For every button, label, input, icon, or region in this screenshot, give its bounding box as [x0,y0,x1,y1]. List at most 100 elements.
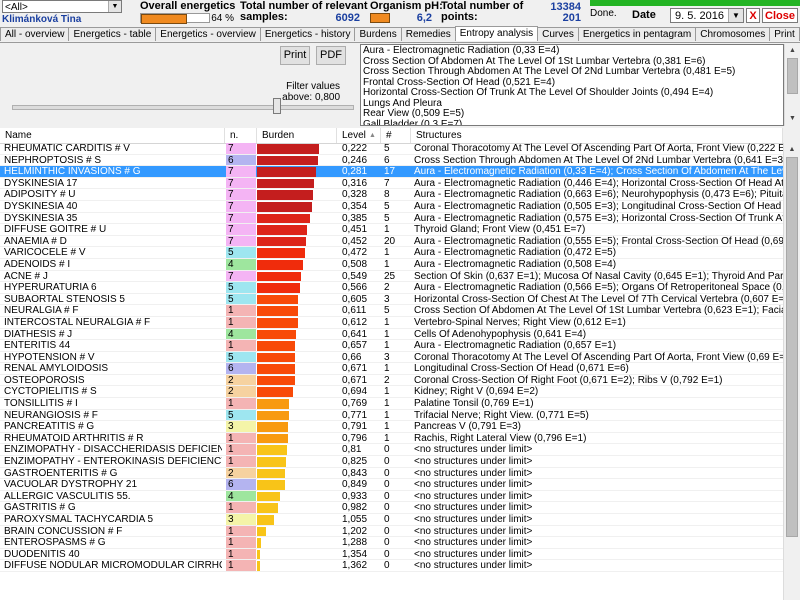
row-structures: Rachis, Right Lateral View (0,796 E=1) [414,432,587,444]
row-structures: Horizontal Cross-Section Of Chest At The… [414,293,783,305]
table-row[interactable]: RENAL AMYLOIDOSIS 6 0,671 1 Longitudinal Cro… [0,363,783,375]
table-row[interactable]: ENZIMOPATHY - ENTEROKINASIS DEFICIENCY 4… [0,456,783,468]
tab-print[interactable]: Print [769,27,800,41]
table-row[interactable]: ADIPOSITY # U 7 0,328 8 Aura - Electromagnet… [0,189,783,201]
row-level: 0,316 [342,177,368,189]
chevron-down-icon[interactable]: ▼ [728,9,743,22]
tab-all-overview[interactable]: All - overview [0,27,70,41]
burden-bar [257,410,289,421]
table-row[interactable]: DIFFUSE GOITRE # U 7 0,451 1 Thyroid Gland; … [0,224,783,236]
row-burden [257,166,337,177]
tab-entropy-analysis[interactable]: Entropy analysis [454,26,539,41]
column-header-count[interactable]: # [381,128,411,143]
row-structures: Cells Of Adenohypophysis (0,641 E=4) [414,328,587,340]
table-row[interactable]: ADENOIDS # I 4 0,508 1 Aura - Electromagneti… [0,258,783,271]
table-row[interactable]: CYCTOPIELITIS # S 2 0,694 1 Kidney; Right V … [0,386,783,399]
table-row[interactable]: INTERCOSTAL NEURALGIA # F 1 0,612 1 Vertebro… [0,316,783,329]
row-name: ENZIMOPATHY - ENTEROKINASIS DEFICIENCY 4… [4,456,222,467]
column-header-burden[interactable]: Burden [257,128,337,143]
row-level: 0,671 [342,374,368,386]
column-header-n[interactable]: n. [225,128,257,143]
date-value: 9. 5. 2016 [675,10,724,22]
row-count: 0 [384,490,390,502]
structure-list-item[interactable]: Rear View (0,509 E=5) [363,108,781,120]
filter-slider-thumb[interactable] [273,98,281,114]
scroll-down-icon[interactable]: ▼ [785,112,800,126]
row-level: 0,472 [342,247,368,258]
tab-chromosomes[interactable]: Chromosomes [695,27,771,41]
chevron-down-icon[interactable]: ▼ [108,1,121,12]
filter-combo[interactable]: <All> ▼ [2,0,122,13]
table-row[interactable]: PAROXYSMAL TACHYCARDIA 5 3 1,055 0 <no struc… [0,514,783,526]
structure-list-item[interactable]: Horizontal Cross-Section Of Trunk At The… [363,87,781,99]
structure-list-item[interactable]: Gall Bladder (0,3 E=7) [363,119,781,125]
row-count: 1 [384,398,390,409]
table-row[interactable]: NEURANGIOSIS # F 5 0,771 1 Trifacial Nerve; … [0,409,783,422]
table-row[interactable]: VACUOLAR DYSTROPHY 21 6 0,849 0 <no structur… [0,479,783,491]
table-row[interactable]: PANCREATITIS # G 3 0,791 1 Pancreas V (0,791… [0,421,783,433]
print-button[interactable]: Print [280,46,310,65]
tab-energetics-overview[interactable]: Energetics - overview [155,27,261,41]
tab-energetics-in-pentagram[interactable]: Energetics in pentagram [577,27,697,41]
table-row[interactable]: ANAEMIA # D 7 0,452 20 Aura - Electromagneti… [0,235,783,248]
table-row[interactable]: HYPOTENSION # V 5 0,66 3 Coronal Thoracotomy… [0,351,783,364]
table-row[interactable]: ENTEROSPASMS # G 1 1,288 0 <no structures un… [0,537,783,549]
table-row[interactable]: ENZIMOPATHY - DISACCHERIDASIS DEFICIENCY… [0,444,783,457]
table-row[interactable]: GASTROENTERITIS # G 2 0,843 0 <no structures… [0,467,783,480]
structure-list-item[interactable]: Cross Section Through Abdomen At The Lev… [363,66,781,78]
column-header-name[interactable]: Name [0,128,225,143]
burden-bar [257,294,298,305]
table-row[interactable]: ACNE # J 7 0,549 25 Section Of Skin (0,637 E… [0,270,783,283]
table-row[interactable]: DIFFUSE NODULAR MICROMODULAR CIRRHOSIS 4… [0,560,783,572]
table-row[interactable]: ALLERGIC VASCULITIS 55. 4 0,933 0 <no struct… [0,490,783,503]
table-row[interactable]: DYSKINESIA 17 7 0,316 7 Aura - Electromagnet… [0,177,783,190]
table-row[interactable]: DUODENITIS 40 1 1,354 0 <no structures under… [0,548,783,561]
tab-curves[interactable]: Curves [537,27,579,41]
scroll-thumb[interactable] [787,58,798,94]
tab-bar: All - overview Energetics - table Energeti… [0,26,800,43]
table-row[interactable]: HYPERURATURIA 6 5 0,566 2 Aura - Electromagn… [0,282,783,294]
table-row[interactable]: RHEUMATIC CARDITIS # V 7 0,222 5 Coronal Tho… [0,143,783,155]
row-count: 1 [384,328,390,340]
structure-list-scrollbar[interactable]: ▲ ▼ [784,44,800,126]
table-row[interactable]: HELMINTHIC INVASIONS # G 7 0,281 17 Aura - E… [0,166,783,178]
scroll-thumb[interactable] [786,157,798,537]
table-row[interactable]: TONSILLITIS # I 1 0,769 1 Palatine Tonsil (0… [0,398,783,410]
date-picker[interactable]: 9. 5. 2016 ▼ [670,8,744,23]
tab-energetics-history[interactable]: Energetics - history [259,27,356,41]
table-row[interactable]: RHEUMATOID ARTHRITIS # R 1 0,796 1 Rachis, R… [0,432,783,445]
column-header-level[interactable]: Level ▲ [337,128,381,143]
row-structures: <no structures under limit> [414,514,533,525]
table-row[interactable]: SUBAORTAL STENOSIS 5 5 0,605 3 Horizontal Cr… [0,293,783,306]
column-header-structures[interactable]: Structures [411,128,783,143]
clear-date-button[interactable]: X [746,8,760,23]
table-row[interactable]: OSTEOPOROSIS 2 0,671 2 Coronal Cross-Section… [0,374,783,387]
row-level: 0,657 [342,340,368,351]
structure-list-item[interactable]: Aura - Electromagnetic Radiation (0,33 E… [363,45,781,57]
structure-list[interactable]: Aura - Electromagnetic Radiation (0,33 E… [360,44,784,126]
burden-bar [257,155,318,166]
table-row[interactable]: NEURALGIA # F 1 0,611 5 Cross Section Of Abd… [0,305,783,317]
table-row[interactable]: NEPHROPTOSIS # S 6 0,246 6 Cross Section Thr… [0,154,783,167]
row-name: HYPERURATURIA 6 [4,282,97,293]
filter-slider-track[interactable] [12,105,354,110]
tab-remedies[interactable]: Remedies [400,27,456,41]
table-row[interactable]: BRAIN CONCUSSION # F 1 1,202 0 <no structure… [0,525,783,538]
scroll-up-icon[interactable]: ▲ [785,44,800,58]
table-row[interactable]: DYSKINESIA 40 7 0,354 5 Aura - Electromagnet… [0,200,783,213]
scroll-up-icon[interactable]: ▲ [784,143,800,157]
tab-burdens[interactable]: Burdens [354,27,402,41]
row-burden [257,468,337,479]
close-button[interactable]: Close [762,8,798,23]
pdf-button[interactable]: PDF [316,46,346,65]
table-row[interactable]: DYSKINESIA 35 7 0,385 5 Aura - Electromagnet… [0,212,783,225]
row-name: GASTROENTERITIS # G [4,467,118,479]
row-name: VARICOCELE # V [4,247,86,258]
table-row[interactable]: GASTRITIS # G 1 0,982 0 <no structures under… [0,502,783,514]
tab-energetics-table[interactable]: Energetics - table [68,27,157,41]
table-scrollbar[interactable]: ▲ [783,143,800,600]
table-row[interactable]: DIATHESIS # J 4 0,641 1 Cells Of Adenohypoph… [0,328,783,341]
status-text: Done. [590,8,617,19]
table-row[interactable]: VARICOCELE # V 5 0,472 1 Aura - Electromagne… [0,247,783,259]
table-row[interactable]: ENTERITIS 44 1 0,657 1 Aura - Electromagneti… [0,340,783,352]
